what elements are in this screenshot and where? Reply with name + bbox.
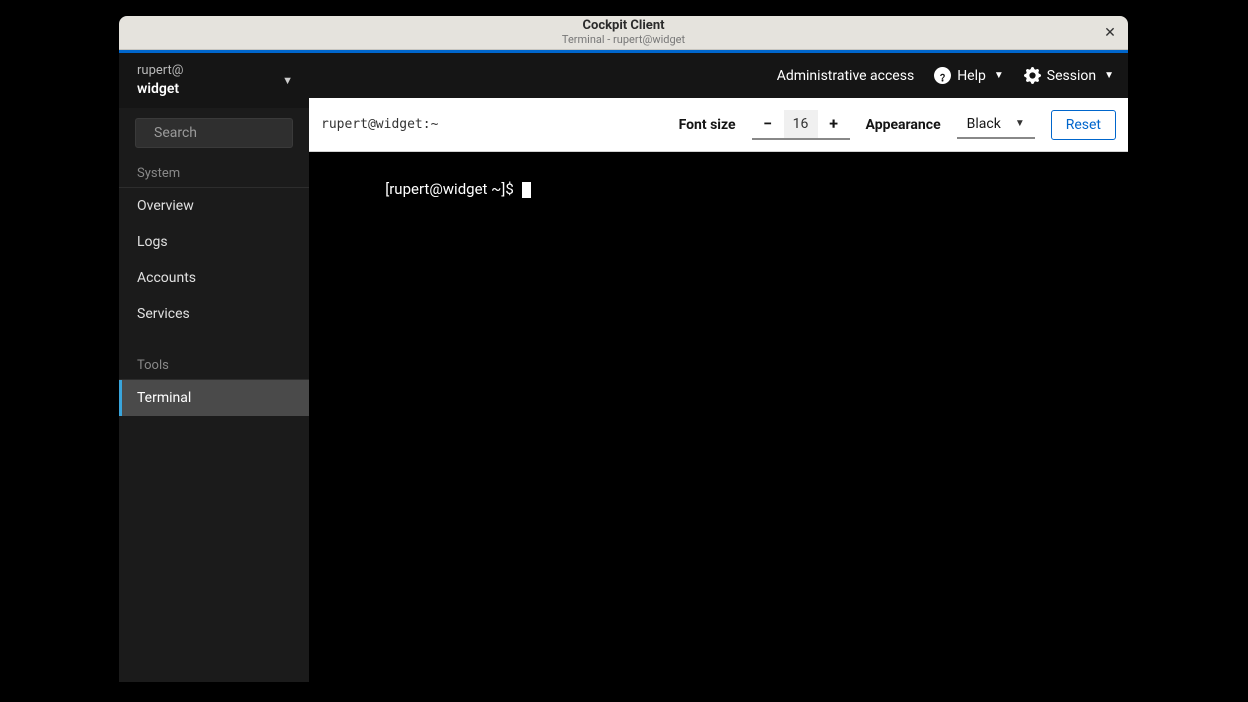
sidebar-item-label: Services [137,306,190,322]
minus-icon: − [763,114,772,133]
gear-icon [1024,67,1041,84]
body: rupert@ widget ▼ System Overview Logs Ac… [119,53,1128,682]
session-label: Session [1047,68,1096,84]
session-menu[interactable]: Session ▼ [1024,67,1114,84]
close-icon: ✕ [1104,25,1116,41]
search-box[interactable] [135,118,293,148]
appearance-select[interactable]: Black ▼ [957,111,1035,139]
close-button[interactable]: ✕ [1098,21,1122,45]
search-input[interactable] [154,125,332,141]
admin-access-link[interactable]: Administrative access [777,68,914,84]
reset-button[interactable]: Reset [1051,110,1116,140]
app-subtitle: Terminal - rupert@widget [562,34,685,46]
search-wrap [119,108,309,158]
host-switcher[interactable]: rupert@ widget ▼ [119,53,309,108]
nav-spacer [119,332,309,350]
host-user: rupert@ [137,63,183,80]
main-column: Administrative access Help ▼ Session ▼ r… [309,53,1128,682]
plus-icon: + [829,114,838,133]
sidebar-item-label: Logs [137,234,168,250]
chevron-down-icon: ▼ [282,74,293,87]
host-text: rupert@ widget [137,63,183,98]
terminal-path: rupert@widget:~ [321,117,438,132]
terminal-cursor [522,182,531,198]
sidebar-item-services[interactable]: Services [119,296,309,332]
app-window: Cockpit Client Terminal - rupert@widget … [119,16,1128,682]
host-name: widget [137,80,183,98]
appearance-value: Black [967,116,1001,132]
help-label: Help [957,68,986,84]
nav-group-tools: Tools [119,350,309,380]
font-size-stepper: − 16 + [752,110,850,140]
title-stack: Cockpit Client Terminal - rupert@widget [562,19,685,46]
sidebar-item-label: Accounts [137,270,196,286]
help-icon [934,67,951,84]
topbar: Administrative access Help ▼ Session ▼ [309,53,1128,98]
help-menu[interactable]: Help ▼ [934,67,1004,84]
nav-group-system: System [119,158,309,188]
appearance-label: Appearance [866,117,941,133]
chevron-down-icon: ▼ [1015,118,1025,129]
titlebar: Cockpit Client Terminal - rupert@widget … [119,16,1128,50]
font-increase-button[interactable]: + [818,110,850,138]
font-size-value: 16 [784,110,818,138]
terminal-prompt: [rupert@widget ~]$ [385,180,517,198]
sidebar-item-overview[interactable]: Overview [119,188,309,224]
chevron-down-icon: ▼ [1104,70,1114,81]
chevron-down-icon: ▼ [994,70,1004,81]
sidebar-item-logs[interactable]: Logs [119,224,309,260]
sidebar-item-terminal[interactable]: Terminal [119,380,309,416]
sidebar-item-accounts[interactable]: Accounts [119,260,309,296]
font-decrease-button[interactable]: − [752,110,784,138]
font-size-label: Font size [679,117,736,133]
app-title: Cockpit Client [562,19,685,33]
terminal-output[interactable]: [rupert@widget ~]$ [309,152,1128,682]
sidebar: rupert@ widget ▼ System Overview Logs Ac… [119,53,309,682]
sidebar-item-label: Terminal [137,390,191,406]
terminal-controls: rupert@widget:~ Font size − 16 + Appeara… [309,98,1128,152]
sidebar-item-label: Overview [137,198,194,214]
